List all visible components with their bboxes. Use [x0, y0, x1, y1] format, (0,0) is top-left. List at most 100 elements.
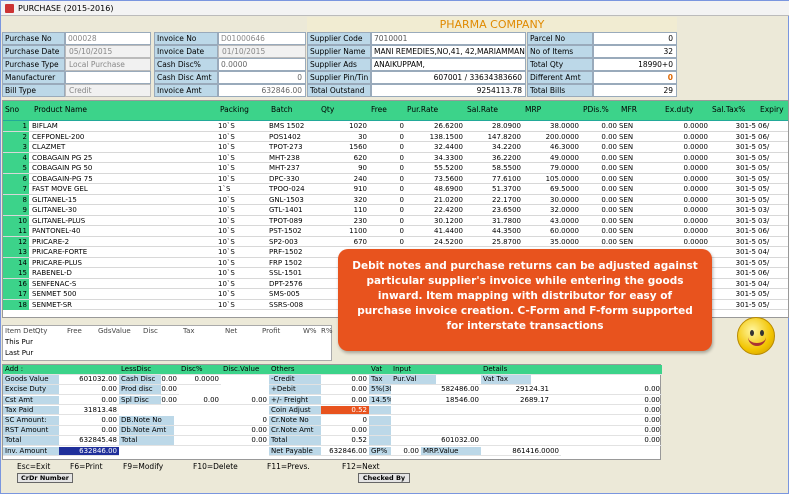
- cell-sal-tax[interactable]: 301-5: [710, 163, 756, 173]
- cell-mfr[interactable]: SEN: [619, 121, 661, 131]
- cell-packing[interactable]: 10`S: [218, 216, 268, 226]
- details-value[interactable]: 0.00: [551, 426, 662, 436]
- cell-ex-duty[interactable]: 0.0000: [663, 163, 709, 173]
- cell-pdis[interactable]: 0.00: [581, 174, 617, 184]
- cell-batch[interactable]: PRF-1502: [269, 247, 319, 257]
- cell-sal-tax[interactable]: 301-5: [710, 216, 756, 226]
- details-value[interactable]: 0.00: [551, 436, 662, 446]
- cell-ex-duty[interactable]: 0.0000: [663, 237, 709, 247]
- cell-sal-tax[interactable]: 301-5: [710, 268, 756, 278]
- cell-packing[interactable]: 10`S: [218, 163, 268, 173]
- cell-batch[interactable]: SSRS-008: [269, 300, 319, 310]
- cell-free[interactable]: 0: [369, 153, 404, 163]
- disc-total-field[interactable]: 0.00: [174, 436, 269, 446]
- supplier-code-field[interactable]: 7010001: [371, 32, 526, 45]
- cell-qty[interactable]: 620: [319, 153, 367, 163]
- cell-free[interactable]: 0: [369, 163, 404, 173]
- cell-free[interactable]: 0: [369, 121, 404, 131]
- cell-pur-rate[interactable]: 41.4400: [405, 226, 463, 236]
- details-value[interactable]: 0.00: [551, 416, 662, 426]
- vat-purchase-value[interactable]: 18546.00: [391, 396, 481, 406]
- cell-ex-duty[interactable]: 0.0000: [663, 121, 709, 131]
- supplier-name-field[interactable]: MANI REMEDIES,NO,41, 42,MARIAMMAN: [371, 45, 526, 58]
- cell-expiry[interactable]: 05/: [758, 237, 788, 247]
- cash-disc-pct-field[interactable]: 0.0000: [179, 375, 221, 385]
- shortcut-print[interactable]: F6=Print: [70, 462, 103, 471]
- cell-sal-tax[interactable]: 301-5: [710, 195, 756, 205]
- cell-free[interactable]: 0: [369, 195, 404, 205]
- table-row[interactable]: 2 CEFPONEL-200 10`S POS1402 30 0 138.1500 147.8…: [3, 131, 788, 142]
- cell-packing[interactable]: 10`S: [218, 268, 268, 278]
- cell-sal-tax[interactable]: 301-5: [710, 174, 756, 184]
- cell-sal-rate[interactable]: 58.5500: [465, 163, 521, 173]
- table-row[interactable]: 1 BIFLAM 10`S BMS 1502 1020 0 26.6200 28.0900 38…: [3, 121, 788, 132]
- cell-mfr[interactable]: SEN: [619, 226, 661, 236]
- purchase-type-select[interactable]: Local Purchase: [65, 58, 151, 71]
- cell-packing[interactable]: 10`S: [218, 142, 268, 152]
- cell-product-name[interactable]: PANTONEL-40: [32, 226, 216, 236]
- cell-pdis[interactable]: 0.00: [581, 132, 617, 142]
- vat-tax-value[interactable]: [481, 426, 551, 436]
- cash-disc-pct-field[interactable]: 0.0000: [218, 58, 306, 71]
- cell-pur-rate[interactable]: 32.4400: [405, 142, 463, 152]
- table-row[interactable]: 7 FAST MOVE GEL 1`S TPOO-024 910 0 48.6900 51.3…: [3, 184, 788, 195]
- cell-batch[interactable]: GNL-1503: [269, 195, 319, 205]
- supplier-pin-field[interactable]: 607001 / 33634383660: [371, 71, 526, 84]
- cell-expiry[interactable]: 05/: [758, 258, 788, 268]
- shortcut-exit[interactable]: Esc=Exit: [17, 462, 50, 471]
- cell-product-name[interactable]: BIFLAM: [32, 121, 216, 131]
- cell-ex-duty[interactable]: 0.0000: [663, 216, 709, 226]
- cell-product-name[interactable]: CEFPONEL-200: [32, 132, 216, 142]
- cell-pur-rate[interactable]: 26.6200: [405, 121, 463, 131]
- cell-qty[interactable]: 320: [319, 195, 367, 205]
- cell-ex-duty[interactable]: 0.0000: [663, 184, 709, 194]
- cst-amt-field[interactable]: 0.00: [59, 396, 119, 406]
- cell-ex-duty[interactable]: 0.0000: [663, 142, 709, 152]
- cell-mfr[interactable]: SEN: [619, 216, 661, 226]
- cell-mfr[interactable]: SEN: [619, 195, 661, 205]
- vat-tax-value[interactable]: [481, 436, 551, 446]
- cell-sal-rate[interactable]: 77.6100: [465, 174, 521, 184]
- vat-purchase-value[interactable]: 582486.00: [391, 385, 481, 395]
- cell-product-name[interactable]: COBAGAIN-PG 75: [32, 174, 216, 184]
- cell-batch[interactable]: BMS 1502: [269, 121, 319, 131]
- cell-packing[interactable]: 10`S: [218, 132, 268, 142]
- cell-pdis[interactable]: 0.00: [581, 205, 617, 215]
- cell-sal-tax[interactable]: 301-5: [710, 300, 756, 310]
- total-outstand-field[interactable]: 9254113.78: [371, 84, 526, 97]
- rst-amount-field[interactable]: 0.00: [59, 426, 119, 436]
- cell-expiry[interactable]: 05/: [758, 142, 788, 152]
- cell-mfr[interactable]: SEN: [619, 184, 661, 194]
- cell-free[interactable]: 0: [369, 205, 404, 215]
- cell-ex-duty[interactable]: 0.0000: [663, 195, 709, 205]
- mrp-value-field[interactable]: 861416.0000: [481, 447, 561, 457]
- cell-batch[interactable]: MHT-238: [269, 153, 319, 163]
- purchase-no-field[interactable]: 000028: [65, 32, 151, 45]
- cell-mrp[interactable]: 30.0000: [523, 195, 579, 205]
- debit-field[interactable]: 0.00: [321, 385, 369, 395]
- manufacturer-field[interactable]: [65, 71, 151, 84]
- cell-packing[interactable]: 10`S: [218, 226, 268, 236]
- net-payable-field[interactable]: 632846.00: [321, 447, 369, 457]
- cell-expiry[interactable]: 05/: [758, 184, 788, 194]
- details-value[interactable]: 0.00: [551, 385, 662, 395]
- cell-product-name[interactable]: CLAZMET: [32, 142, 216, 152]
- cell-expiry[interactable]: 06/: [758, 268, 788, 278]
- cell-pur-rate[interactable]: 22.4200: [405, 205, 463, 215]
- cell-qty[interactable]: 1100: [319, 226, 367, 236]
- tax-paid-field[interactable]: 31813.48: [59, 406, 119, 416]
- cell-qty[interactable]: 90: [319, 163, 367, 173]
- cell-mfr[interactable]: SEN: [619, 205, 661, 215]
- cell-sal-rate[interactable]: 22.1700: [465, 195, 521, 205]
- vat-tax-value[interactable]: [481, 416, 551, 426]
- db-note-no-field[interactable]: 0: [174, 416, 269, 426]
- cell-sal-tax[interactable]: 301-5: [710, 247, 756, 257]
- cell-packing[interactable]: 10`S: [218, 300, 268, 310]
- coin-adjust-field[interactable]: 0.52: [321, 405, 369, 416]
- cell-sal-rate[interactable]: 34.2200: [465, 142, 521, 152]
- table-row[interactable]: 9 GLITANEL-30 10`S GTL-1401 110 0 22.4200 23.65…: [3, 205, 788, 216]
- cell-packing[interactable]: 10`S: [218, 121, 268, 131]
- cell-free[interactable]: 0: [369, 184, 404, 194]
- cell-pdis[interactable]: 0.00: [581, 142, 617, 152]
- cell-expiry[interactable]: 03/: [758, 216, 788, 226]
